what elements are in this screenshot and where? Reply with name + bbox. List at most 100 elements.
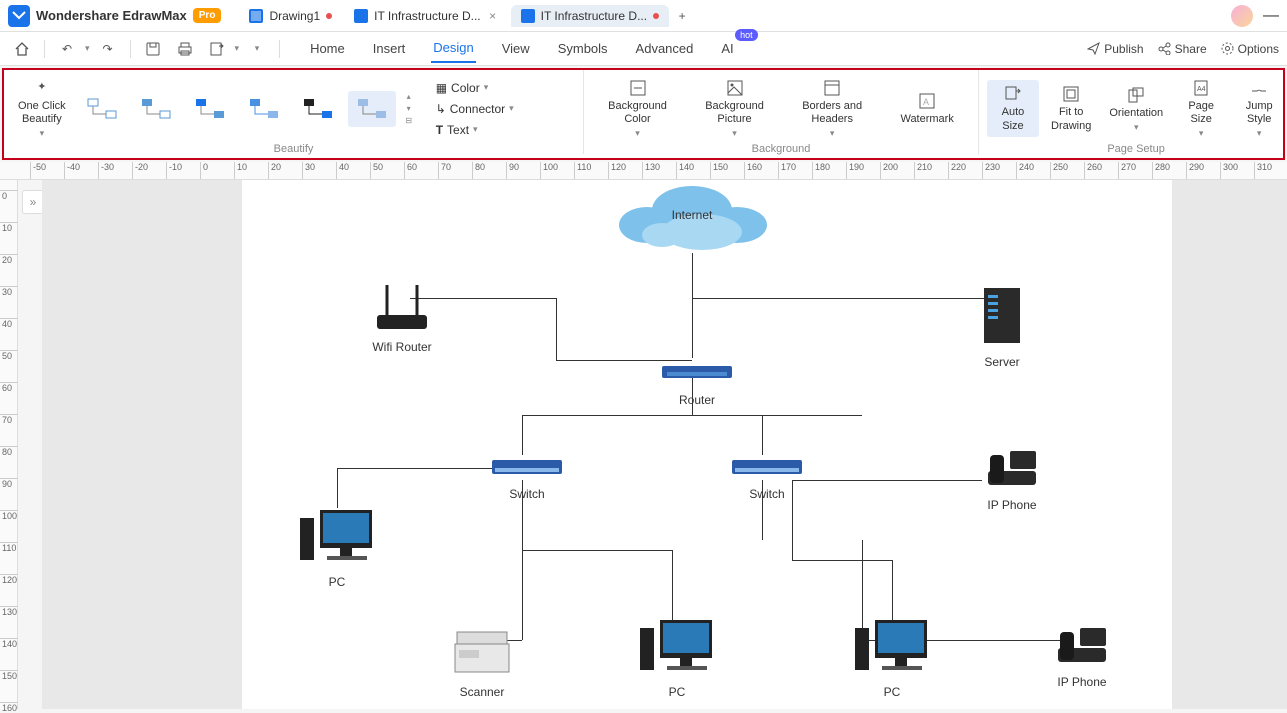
options-button[interactable]: Options xyxy=(1221,42,1279,56)
ribbon-group-background: Background Color ▾ Background Picture ▾ … xyxy=(584,70,979,154)
add-tab-button[interactable]: + xyxy=(671,5,693,27)
connector[interactable] xyxy=(522,550,672,551)
style-swatch-1[interactable] xyxy=(78,91,126,127)
connector[interactable] xyxy=(522,415,523,455)
watermark-button[interactable]: A Watermark xyxy=(894,87,959,130)
node-pc-3[interactable]: PC xyxy=(847,610,937,699)
node-server[interactable]: Server xyxy=(962,280,1042,369)
menu-home[interactable]: Home xyxy=(308,35,347,62)
autosize-icon xyxy=(1002,84,1024,104)
group-label-beautify: Beautify xyxy=(12,143,575,157)
menu-design[interactable]: Design xyxy=(431,34,475,63)
node-ipphone-1[interactable]: IP Phone xyxy=(972,443,1052,512)
picture-icon xyxy=(724,78,746,98)
connector[interactable] xyxy=(692,253,693,358)
tab-it-infra-1[interactable]: IT Infrastructure D... × xyxy=(344,5,508,27)
home-nav-button[interactable] xyxy=(8,36,36,62)
chevron-down-icon: ▾ xyxy=(830,128,835,139)
ribbon-group-pagesetup: Auto Size Fit to Drawing Orientation ▾ A… xyxy=(979,70,1287,154)
node-router[interactable]: Router xyxy=(652,358,742,407)
ruler-tick: 160 xyxy=(0,702,18,713)
auto-size-button[interactable]: Auto Size xyxy=(987,80,1039,136)
ruler-tick: 20 xyxy=(0,254,18,265)
ruler-tick: 110 xyxy=(0,542,18,553)
node-switch-1[interactable]: Switch xyxy=(482,452,572,501)
print-button[interactable] xyxy=(171,36,199,62)
redo-button[interactable]: ↷ xyxy=(94,36,122,62)
publish-button[interactable]: Publish xyxy=(1087,42,1143,56)
group-label-pagesetup: Page Setup xyxy=(987,143,1285,157)
pagesize-label: Page Size xyxy=(1188,100,1214,126)
style-swatch-5[interactable] xyxy=(294,91,342,127)
menu-ai[interactable]: AIhot xyxy=(719,35,735,62)
undo-button[interactable]: ↶ xyxy=(53,36,81,62)
separator xyxy=(279,40,280,58)
connector[interactable] xyxy=(942,640,1022,641)
node-pc-1[interactable]: PC xyxy=(292,500,382,589)
ruler-tick: 50 xyxy=(370,162,383,180)
tab-it-infra-2[interactable]: IT Infrastructure D... xyxy=(511,5,669,27)
menu-symbols[interactable]: Symbols xyxy=(556,35,610,62)
menu-advanced[interactable]: Advanced xyxy=(634,35,696,62)
node-ipphone-2[interactable]: IP Phone xyxy=(1042,620,1122,689)
text-dropdown[interactable]: TText▾ xyxy=(432,121,518,139)
color-dropdown[interactable]: ▦Color▾ xyxy=(432,79,518,97)
orientation-button[interactable]: Orientation ▾ xyxy=(1103,81,1169,137)
node-label: Scanner xyxy=(437,685,527,699)
drawing-page[interactable]: Internet xyxy=(242,180,1172,709)
node-switch-2[interactable]: Switch xyxy=(722,452,812,501)
export-button[interactable] xyxy=(203,36,231,62)
chevron-down-icon: ▾ xyxy=(1199,128,1204,139)
node-internet[interactable]: Internet xyxy=(607,180,777,258)
jump-style-button[interactable]: Jump Style ▾ xyxy=(1233,74,1285,143)
scroll-up-icon[interactable]: ▴ xyxy=(402,92,416,102)
connector[interactable] xyxy=(337,468,497,469)
background-color-button[interactable]: Background Color ▾ xyxy=(602,74,673,143)
page-size-button[interactable]: A4 Page Size ▾ xyxy=(1175,74,1227,143)
scroll-down-icon[interactable]: ▾ xyxy=(402,104,416,114)
node-wifi-router[interactable]: Wifi Router xyxy=(357,280,447,354)
style-swatch-6[interactable] xyxy=(348,91,396,127)
ruler-tick: 40 xyxy=(336,162,349,180)
chevron-down-icon[interactable]: ▾ xyxy=(235,43,240,54)
panel-expand-button[interactable]: » xyxy=(22,190,44,214)
connector[interactable] xyxy=(762,415,862,416)
connector[interactable] xyxy=(522,480,523,640)
share-button[interactable]: Share xyxy=(1158,42,1207,56)
menu-insert[interactable]: Insert xyxy=(371,35,408,62)
node-label: Switch xyxy=(722,487,812,501)
menu-view[interactable]: View xyxy=(500,35,532,62)
save-button[interactable] xyxy=(139,36,167,62)
node-pc-2[interactable]: PC xyxy=(632,610,722,699)
connector[interactable] xyxy=(792,560,892,561)
vertical-ruler: 0102030405060708090100110120130140150160 xyxy=(0,180,18,709)
ruler-tick: -50 xyxy=(30,162,46,180)
tab-drawing1[interactable]: Drawing1 xyxy=(239,5,342,27)
connector-dropdown[interactable]: ↳Connector▾ xyxy=(432,100,518,118)
close-icon[interactable]: × xyxy=(487,10,499,22)
connector[interactable] xyxy=(692,298,992,299)
bg-pic-label: Background Picture xyxy=(705,100,764,126)
one-click-beautify-button[interactable]: ✦ One Click Beautify ▾ xyxy=(12,74,72,143)
canvas[interactable]: Internet xyxy=(42,180,1287,709)
connector[interactable] xyxy=(556,298,557,360)
more-button[interactable]: ▾ xyxy=(243,36,271,62)
pro-badge: Pro xyxy=(193,8,222,23)
node-scanner[interactable]: Scanner xyxy=(437,620,527,699)
style-swatch-2[interactable] xyxy=(132,91,180,127)
minimize-button[interactable]: — xyxy=(1263,7,1279,25)
gallery-expand-icon[interactable]: ⊟ xyxy=(402,116,416,126)
ruler-tick: 80 xyxy=(472,162,485,180)
background-picture-button[interactable]: Background Picture ▾ xyxy=(699,74,770,143)
user-avatar[interactable] xyxy=(1231,5,1253,27)
connector[interactable] xyxy=(762,415,763,455)
borders-headers-button[interactable]: Borders and Headers ▾ xyxy=(796,74,868,143)
style-swatch-4[interactable] xyxy=(240,91,288,127)
chevron-down-icon[interactable]: ▾ xyxy=(85,43,90,54)
chevron-down-icon: ▾ xyxy=(1257,128,1262,139)
fit-to-drawing-button[interactable]: Fit to Drawing xyxy=(1045,80,1097,136)
ruler-tick: 60 xyxy=(0,382,18,393)
style-swatch-3[interactable] xyxy=(186,91,234,127)
tab-label: IT Infrastructure D... xyxy=(541,9,647,23)
connector[interactable] xyxy=(792,480,982,481)
